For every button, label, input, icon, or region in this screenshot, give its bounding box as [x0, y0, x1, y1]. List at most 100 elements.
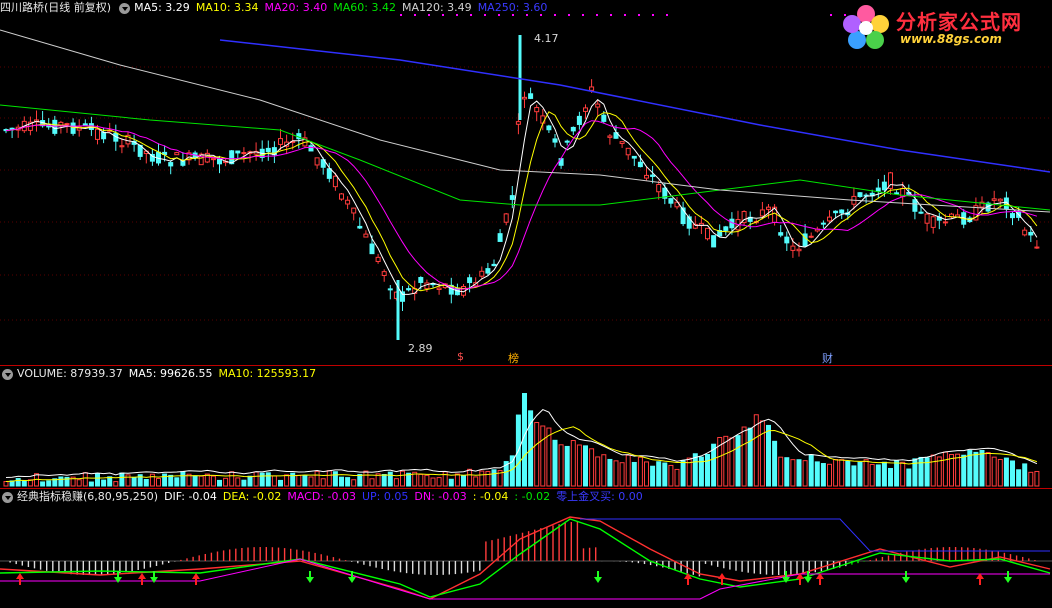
- candle-body: [820, 222, 826, 225]
- volume-bar: [436, 477, 442, 487]
- volume-bar: [278, 479, 283, 487]
- candle-body: [314, 157, 320, 166]
- volume-bar: [955, 453, 961, 487]
- volume-bar: [168, 474, 174, 487]
- volume-bar: [308, 476, 314, 487]
- candle-body: [357, 225, 363, 229]
- volume-bar: [790, 459, 796, 487]
- ma250-dot: [666, 14, 668, 16]
- candle-body: [168, 162, 174, 167]
- volume-bar: [235, 477, 241, 487]
- volume-bar: [845, 460, 851, 487]
- stock-title[interactable]: 四川路桥(日线 前复权): [0, 0, 111, 16]
- volume-panel[interactable]: VOLUME: 87939.37 MA5: 99626.55 MA10: 125…: [0, 366, 1052, 488]
- candle-body: [759, 209, 765, 217]
- buy-arrow-icon: [816, 573, 824, 585]
- candle-body: [70, 122, 76, 134]
- event-marker-cai[interactable]: 财: [822, 350, 833, 365]
- volume-bar: [601, 454, 607, 487]
- volume-bar: [442, 471, 448, 487]
- volume-bar: [888, 467, 893, 487]
- v1-value: : -0.04: [472, 490, 509, 503]
- volume-bar: [570, 440, 576, 487]
- candle-body: [265, 147, 271, 153]
- candle-body: [436, 287, 442, 290]
- volume-bar: [997, 458, 1003, 487]
- candle-body: [406, 288, 412, 291]
- ma250-dot: [582, 14, 584, 16]
- macd-value: MACD: -0.03: [287, 490, 356, 503]
- price-panel[interactable]: 四川路桥(日线 前复权) MA5: 3.29 MA10: 3.34 MA20: …: [0, 0, 1052, 365]
- candle-body: [711, 235, 717, 248]
- volume-header: VOLUME: 87939.37 MA5: 99626.55 MA10: 125…: [0, 366, 322, 382]
- candle-body: [766, 206, 771, 210]
- site-logo: 分析家公式网 www.88gs.com: [838, 2, 1048, 50]
- volume-bar: [839, 459, 845, 487]
- volume-bar: [583, 445, 588, 487]
- volume-bar: [345, 477, 351, 487]
- candle-body: [601, 114, 607, 122]
- volume-bar: [619, 462, 625, 487]
- volume-bar: [869, 463, 875, 487]
- buy-arrow-icon: [684, 573, 692, 585]
- event-marker-dollar[interactable]: $: [457, 350, 464, 363]
- indicator-chart[interactable]: [0, 489, 1052, 608]
- candle-body: [991, 198, 997, 201]
- volume-bar: [906, 468, 912, 487]
- volume-bar: [491, 469, 497, 487]
- dropdown-arrow-icon[interactable]: [119, 2, 131, 14]
- dropdown-arrow-icon[interactable]: [2, 368, 13, 380]
- ma10-line: [5, 111, 1038, 292]
- candle-body: [400, 291, 405, 302]
- volume-bar: [644, 461, 649, 487]
- volume-bar: [814, 461, 820, 487]
- candle-body: [595, 103, 601, 108]
- indicator-panel[interactable]: 经典指标稳赚(6,80,95,250) DIF: -0.04 DEA: -0.0…: [0, 489, 1052, 608]
- volume-chart[interactable]: [0, 366, 1052, 488]
- dn-line: [0, 558, 1050, 600]
- indicator-name[interactable]: 经典指标稳赚(6,80,95,250): [17, 489, 158, 505]
- event-marker-bang[interactable]: 榜: [508, 350, 519, 365]
- volume-bar: [973, 451, 979, 487]
- volume-bar: [961, 454, 967, 487]
- volume-bar: [149, 473, 155, 487]
- volume-bar: [259, 472, 265, 487]
- dea-value: DEA: -0.02: [222, 490, 282, 503]
- candle-body: [637, 161, 643, 168]
- dropdown-arrow-icon[interactable]: [2, 491, 13, 503]
- ma250-dot: [830, 14, 832, 16]
- volume-bar: [320, 478, 326, 487]
- volume-bar: [979, 449, 985, 487]
- volume-bar: [918, 456, 924, 487]
- candlestick-chart[interactable]: [0, 0, 1052, 365]
- volume-bar: [680, 460, 686, 487]
- volume-bar: [15, 478, 21, 487]
- candle-body: [52, 119, 58, 134]
- candle-body: [784, 236, 790, 244]
- volume-bar: [613, 460, 619, 487]
- volume-bar: [125, 474, 131, 487]
- ma60-value: MA60: 3.42: [333, 1, 396, 14]
- volume-bar: [900, 461, 906, 487]
- volume-bar: [930, 454, 936, 487]
- candle-body: [930, 216, 936, 228]
- vol-ma5-value: MA5: 99626.55: [128, 367, 213, 380]
- candle-body: [924, 213, 930, 224]
- candle-body: [369, 243, 375, 255]
- candle-body: [790, 245, 796, 251]
- volume-bar: [668, 464, 674, 487]
- up-line: [580, 518, 1050, 552]
- candle-body: [625, 147, 631, 156]
- ma5-line: [5, 99, 1038, 295]
- volume-bar: [540, 425, 546, 487]
- volume-bar: [229, 471, 235, 487]
- dn-value: DN: -0.03: [414, 490, 467, 503]
- candle-body: [576, 115, 582, 125]
- volume-bar: [735, 435, 741, 487]
- candle-body: [503, 213, 509, 223]
- volume-bar: [1010, 460, 1015, 487]
- volume-bar: [253, 471, 259, 487]
- candle-body: [857, 192, 863, 197]
- ma250-line: [219, 39, 1051, 173]
- volume-bar: [729, 437, 735, 487]
